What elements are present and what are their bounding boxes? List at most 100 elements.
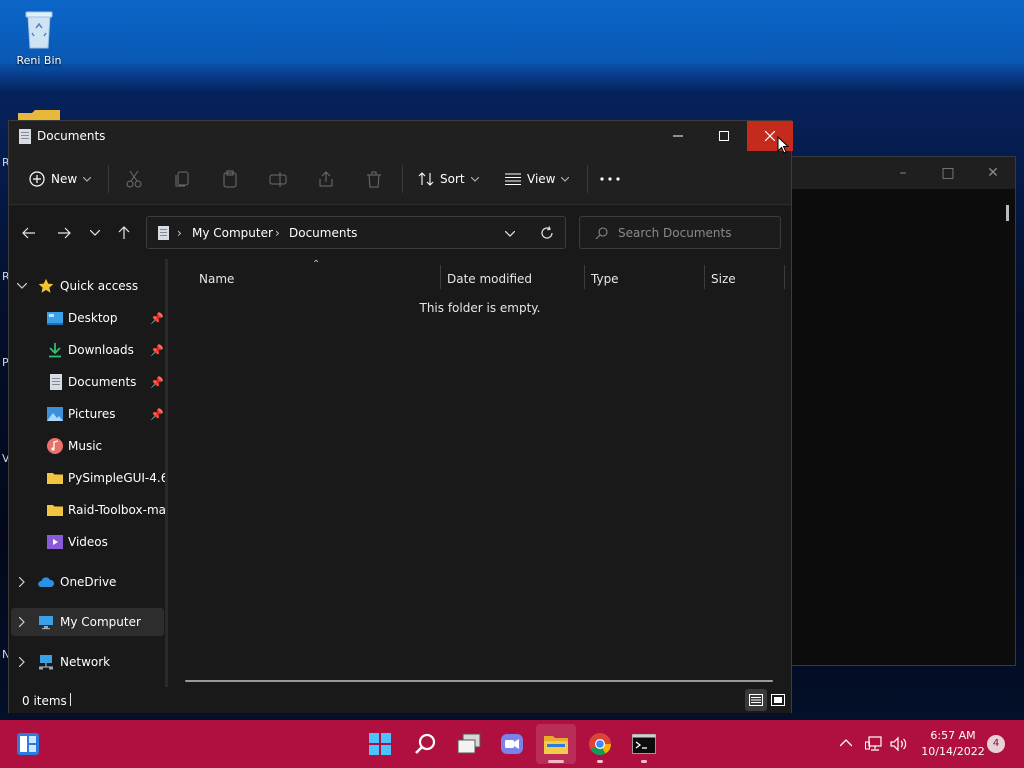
clock-date: 10/14/2022 xyxy=(921,745,985,758)
large-icons-view-button[interactable] xyxy=(767,689,789,711)
nav-item-documents[interactable]: Documents 📌 xyxy=(9,368,165,396)
nav-item-videos[interactable]: Videos xyxy=(9,528,165,556)
breadcrumb-separator: › xyxy=(275,226,280,240)
widgets-icon xyxy=(17,733,39,755)
chrome-button[interactable] xyxy=(580,724,620,764)
back-button[interactable] xyxy=(17,221,41,245)
search-button[interactable] xyxy=(405,724,445,764)
nav-item-pysimplegui[interactable]: PySimpleGUI-4.60. xyxy=(9,464,165,492)
arrow-left-icon xyxy=(22,227,35,239)
delete-icon[interactable] xyxy=(364,169,384,189)
sort-icon xyxy=(418,172,434,186)
nav-onedrive[interactable]: OneDrive xyxy=(9,568,165,596)
pin-icon: 📌 xyxy=(150,311,164,325)
column-divider[interactable] xyxy=(584,265,585,289)
share-icon[interactable] xyxy=(316,169,336,189)
running-indicator xyxy=(597,760,603,763)
nav-quick-access[interactable]: Quick access xyxy=(9,272,165,300)
paste-icon[interactable] xyxy=(220,169,240,189)
folder-icon xyxy=(47,473,63,484)
refresh-icon[interactable] xyxy=(540,226,554,240)
chevron-up-icon[interactable] xyxy=(840,739,852,747)
view-button[interactable]: View xyxy=(505,165,570,193)
more-options-button[interactable] xyxy=(600,165,620,193)
sort-button[interactable]: Sort xyxy=(418,165,479,193)
column-header-type[interactable]: Type xyxy=(591,267,619,291)
arrow-up-icon xyxy=(118,226,130,239)
nav-label: Quick access xyxy=(60,279,139,293)
view-label: View xyxy=(527,172,556,186)
search-input[interactable] xyxy=(618,224,773,242)
minimize-button[interactable] xyxy=(655,121,701,151)
start-button[interactable] xyxy=(360,724,400,764)
nav-label: Music xyxy=(68,439,103,453)
task-view-button[interactable] xyxy=(449,724,489,764)
address-bar[interactable]: › My Computer › Documents xyxy=(146,216,566,249)
column-divider[interactable] xyxy=(784,265,785,289)
empty-folder-message: This folder is empty. xyxy=(419,301,541,315)
copy-icon[interactable] xyxy=(172,169,192,189)
volume-icon[interactable] xyxy=(890,736,908,752)
desktop-wallpaper-band xyxy=(0,0,1024,64)
column-header-size[interactable]: Size xyxy=(711,267,736,291)
details-view-button[interactable] xyxy=(745,689,767,711)
navigation-pane-scrollbar[interactable] xyxy=(165,259,168,687)
nav-item-desktop[interactable]: Desktop 📌 xyxy=(9,304,165,332)
up-button[interactable] xyxy=(112,221,136,245)
downloads-icon xyxy=(49,343,61,358)
clock[interactable]: 6:57 AM 10/14/2022 xyxy=(918,728,988,760)
recent-locations-button[interactable] xyxy=(83,221,107,245)
search-box[interactable] xyxy=(579,216,781,249)
column-header-name[interactable]: Name xyxy=(199,267,234,291)
minimize-button[interactable]: – xyxy=(893,163,913,183)
chevron-down-icon xyxy=(90,230,100,236)
chat-button[interactable] xyxy=(492,724,532,764)
recycle-bin-shortcut[interactable]: Reni Bin xyxy=(1,6,77,67)
desktop-icon xyxy=(47,312,63,325)
maximize-button[interactable] xyxy=(701,121,747,151)
console-title-bar[interactable]: – □ ✕ xyxy=(791,157,1015,189)
star-icon xyxy=(38,278,54,293)
nav-item-music[interactable]: Music xyxy=(9,432,165,460)
videos-icon xyxy=(47,535,63,549)
navigation-pane: Quick access Desktop 📌 Downloads 📌 Docum… xyxy=(9,259,167,687)
chevron-down-icon xyxy=(561,176,570,182)
breadcrumb-my-computer[interactable]: My Computer xyxy=(192,226,273,240)
active-indicator xyxy=(548,760,564,763)
close-button[interactable]: ✕ xyxy=(983,163,1003,183)
mouse-cursor-icon xyxy=(777,136,789,154)
nav-my-computer[interactable]: My Computer xyxy=(11,608,164,636)
breadcrumb-documents[interactable]: Documents xyxy=(289,226,357,240)
column-divider[interactable] xyxy=(704,265,705,289)
rename-icon[interactable] xyxy=(268,169,288,189)
taskbar: 6:57 AM 10/14/2022 xyxy=(0,720,1024,768)
window-title-bar[interactable]: Documents xyxy=(9,121,793,153)
new-button[interactable]: New xyxy=(29,165,92,193)
address-dropdown-icon[interactable] xyxy=(505,231,515,237)
nav-label: Pictures xyxy=(68,407,116,421)
horizontal-scrollbar[interactable] xyxy=(185,680,773,682)
nav-item-raid-toolbox[interactable]: Raid-Toolbox-mas xyxy=(9,496,165,524)
file-explorer-button[interactable] xyxy=(536,724,576,764)
chevron-down-icon xyxy=(83,176,92,182)
minimize-icon xyxy=(673,135,683,137)
status-bar: 0 items xyxy=(9,687,791,713)
cut-icon[interactable] xyxy=(124,169,144,189)
maximize-button[interactable]: □ xyxy=(938,163,958,183)
terminal-button[interactable] xyxy=(624,724,664,764)
background-console-window[interactable]: – □ ✕ xyxy=(790,156,1016,666)
column-header-date-modified[interactable]: Date modified xyxy=(447,267,532,291)
console-scrollbar[interactable] xyxy=(1006,205,1009,221)
widgets-button[interactable] xyxy=(8,724,48,764)
file-list: ⌃ Name Date modified Type Size This fold… xyxy=(169,259,791,687)
nav-network[interactable]: Network xyxy=(9,648,165,676)
column-divider[interactable] xyxy=(440,265,441,289)
forward-button[interactable] xyxy=(52,221,76,245)
nav-label: OneDrive xyxy=(60,575,117,589)
new-label: New xyxy=(51,172,78,186)
sort-label: Sort xyxy=(440,172,465,186)
notification-badge[interactable]: 4 xyxy=(987,735,1005,753)
nav-item-pictures[interactable]: Pictures 📌 xyxy=(9,400,165,428)
network-status-icon[interactable] xyxy=(865,736,883,752)
nav-item-downloads[interactable]: Downloads 📌 xyxy=(9,336,165,364)
